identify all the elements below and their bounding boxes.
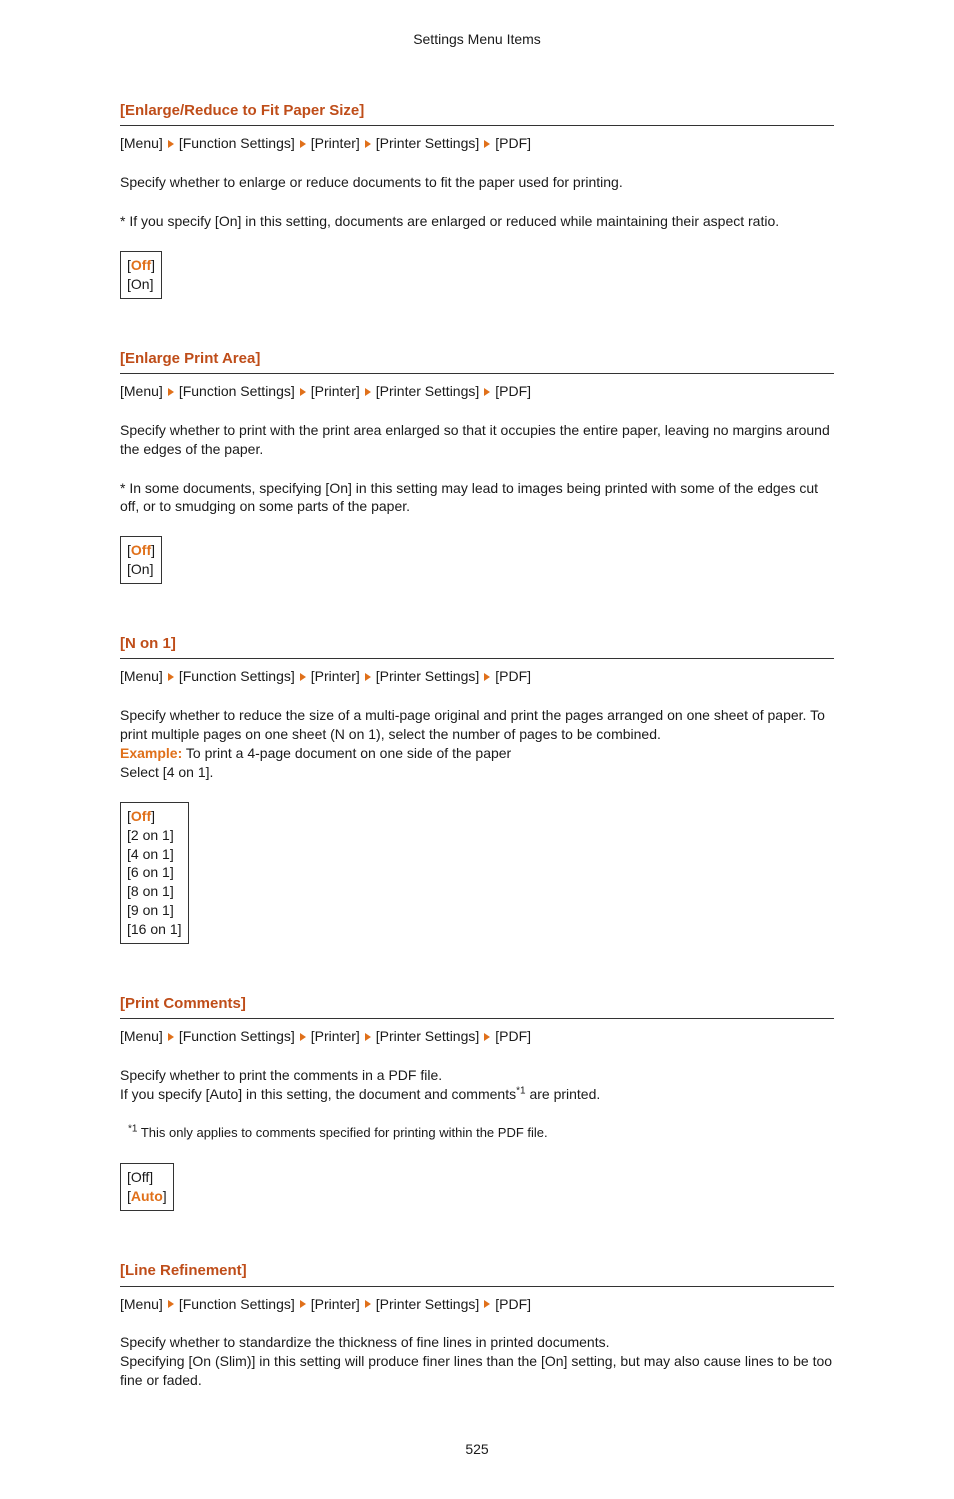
chevron-right-icon bbox=[168, 1300, 174, 1308]
breadcrumb-item: [Printer Settings] bbox=[376, 135, 480, 151]
option-item: [4 on 1] bbox=[127, 845, 182, 864]
option-item: [Off] bbox=[127, 1168, 167, 1187]
chevron-right-icon bbox=[168, 388, 174, 396]
chevron-right-icon bbox=[300, 1033, 306, 1041]
option-item: [On] bbox=[127, 560, 155, 579]
breadcrumb-item: [Printer Settings] bbox=[376, 668, 480, 684]
chevron-right-icon bbox=[365, 388, 371, 396]
chevron-right-icon bbox=[300, 140, 306, 148]
options-box: [Off] [On] bbox=[120, 251, 162, 299]
breadcrumb-item: [Function Settings] bbox=[179, 1028, 295, 1044]
chevron-right-icon bbox=[484, 673, 490, 681]
description-text: Specify whether to print with the print … bbox=[120, 421, 834, 459]
description-text: Specify whether to enlarge or reduce doc… bbox=[120, 173, 834, 192]
page-header: Settings Menu Items bbox=[120, 30, 834, 49]
breadcrumb-item: [Printer Settings] bbox=[376, 383, 480, 399]
breadcrumb-item: [Printer Settings] bbox=[376, 1028, 480, 1044]
breadcrumb-item: [Printer] bbox=[311, 668, 360, 684]
description-text: Specify whether to reduce the size of a … bbox=[120, 706, 834, 744]
example-text: Example: To print a 4-page document on o… bbox=[120, 744, 834, 763]
breadcrumb-item: [Printer] bbox=[311, 383, 360, 399]
chevron-right-icon bbox=[365, 673, 371, 681]
options-box: [Off] [2 on 1] [4 on 1] [6 on 1] [8 on 1… bbox=[120, 802, 189, 944]
chevron-right-icon bbox=[484, 140, 490, 148]
section-title: [Print Comments] bbox=[120, 994, 834, 1019]
breadcrumb-item: [Printer] bbox=[311, 1296, 360, 1312]
option-item: [16 on 1] bbox=[127, 920, 182, 939]
chevron-right-icon bbox=[168, 140, 174, 148]
note-text: * In some documents, specifying [On] in … bbox=[120, 479, 834, 517]
breadcrumb-item: [PDF] bbox=[495, 1028, 531, 1044]
breadcrumb-item: [Function Settings] bbox=[179, 668, 295, 684]
description-text: Specify whether to print the comments in… bbox=[120, 1066, 834, 1104]
options-box: [Off] [On] bbox=[120, 536, 162, 584]
breadcrumb-item: [Printer] bbox=[311, 1028, 360, 1044]
section-title: [N on 1] bbox=[120, 634, 834, 659]
chevron-right-icon bbox=[300, 1300, 306, 1308]
chevron-right-icon bbox=[300, 673, 306, 681]
breadcrumb-item: [PDF] bbox=[495, 135, 531, 151]
breadcrumb-item: [Menu] bbox=[120, 135, 163, 151]
description-text: Specify whether to standardize the thick… bbox=[120, 1333, 834, 1352]
breadcrumb-item: [Menu] bbox=[120, 383, 163, 399]
section-print-comments: [Print Comments] [Menu] [Function Setting… bbox=[120, 994, 834, 1231]
section-title: [Line Refinement] bbox=[120, 1261, 834, 1286]
breadcrumb: [Menu] [Function Settings] [Printer] [Print… bbox=[120, 1295, 834, 1314]
chevron-right-icon bbox=[168, 1033, 174, 1041]
breadcrumb-item: [Menu] bbox=[120, 668, 163, 684]
chevron-right-icon bbox=[168, 673, 174, 681]
note-text: * If you specify [On] in this setting, d… bbox=[120, 212, 834, 231]
section-enlarge-print-area: [Enlarge Print Area] [Menu] [Function Set… bbox=[120, 349, 834, 604]
option-item: [Off] bbox=[127, 256, 155, 275]
option-item: [Off] bbox=[127, 807, 182, 826]
instruction-text: Select [4 on 1]. bbox=[120, 763, 834, 782]
chevron-right-icon bbox=[484, 1300, 490, 1308]
chevron-right-icon bbox=[365, 1033, 371, 1041]
breadcrumb-item: [Function Settings] bbox=[179, 135, 295, 151]
breadcrumb: [Menu] [Function Settings] [Printer] [Print… bbox=[120, 1027, 834, 1046]
option-item: [Off] bbox=[127, 541, 155, 560]
breadcrumb-item: [Menu] bbox=[120, 1028, 163, 1044]
chevron-right-icon bbox=[365, 140, 371, 148]
breadcrumb-item: [PDF] bbox=[495, 383, 531, 399]
section-enlarge-reduce: [Enlarge/Reduce to Fit Paper Size] [Menu… bbox=[120, 101, 834, 319]
option-item: [Auto] bbox=[127, 1187, 167, 1206]
section-line-refinement: [Line Refinement] [Menu] [Function Settin… bbox=[120, 1261, 834, 1390]
chevron-right-icon bbox=[484, 1033, 490, 1041]
section-n-on-1: [N on 1] [Menu] [Function Settings] [Print… bbox=[120, 634, 834, 964]
breadcrumb-item: [Printer] bbox=[311, 135, 360, 151]
breadcrumb-item: [Function Settings] bbox=[179, 383, 295, 399]
breadcrumb-item: [Printer Settings] bbox=[376, 1296, 480, 1312]
section-title: [Enlarge Print Area] bbox=[120, 349, 834, 374]
option-item: [6 on 1] bbox=[127, 863, 182, 882]
chevron-right-icon bbox=[484, 388, 490, 396]
breadcrumb-item: [Function Settings] bbox=[179, 1296, 295, 1312]
chevron-right-icon bbox=[365, 1300, 371, 1308]
footnote-text: *1 This only applies to comments specifi… bbox=[128, 1124, 834, 1142]
chevron-right-icon bbox=[300, 388, 306, 396]
option-item: [On] bbox=[127, 275, 155, 294]
breadcrumb-item: [PDF] bbox=[495, 668, 531, 684]
section-title: [Enlarge/Reduce to Fit Paper Size] bbox=[120, 101, 834, 126]
page-number: 525 bbox=[120, 1440, 834, 1459]
option-item: [9 on 1] bbox=[127, 901, 182, 920]
breadcrumb: [Menu] [Function Settings] [Printer] [Print… bbox=[120, 382, 834, 401]
breadcrumb-item: [PDF] bbox=[495, 1296, 531, 1312]
option-item: [8 on 1] bbox=[127, 882, 182, 901]
breadcrumb: [Menu] [Function Settings] [Printer] [Print… bbox=[120, 134, 834, 153]
breadcrumb-item: [Menu] bbox=[120, 1296, 163, 1312]
option-item: [2 on 1] bbox=[127, 826, 182, 845]
options-box: [Off] [Auto] bbox=[120, 1163, 174, 1211]
description-text: Specifying [On (Slim)] in this setting w… bbox=[120, 1352, 834, 1390]
breadcrumb: [Menu] [Function Settings] [Printer] [Print… bbox=[120, 667, 834, 686]
